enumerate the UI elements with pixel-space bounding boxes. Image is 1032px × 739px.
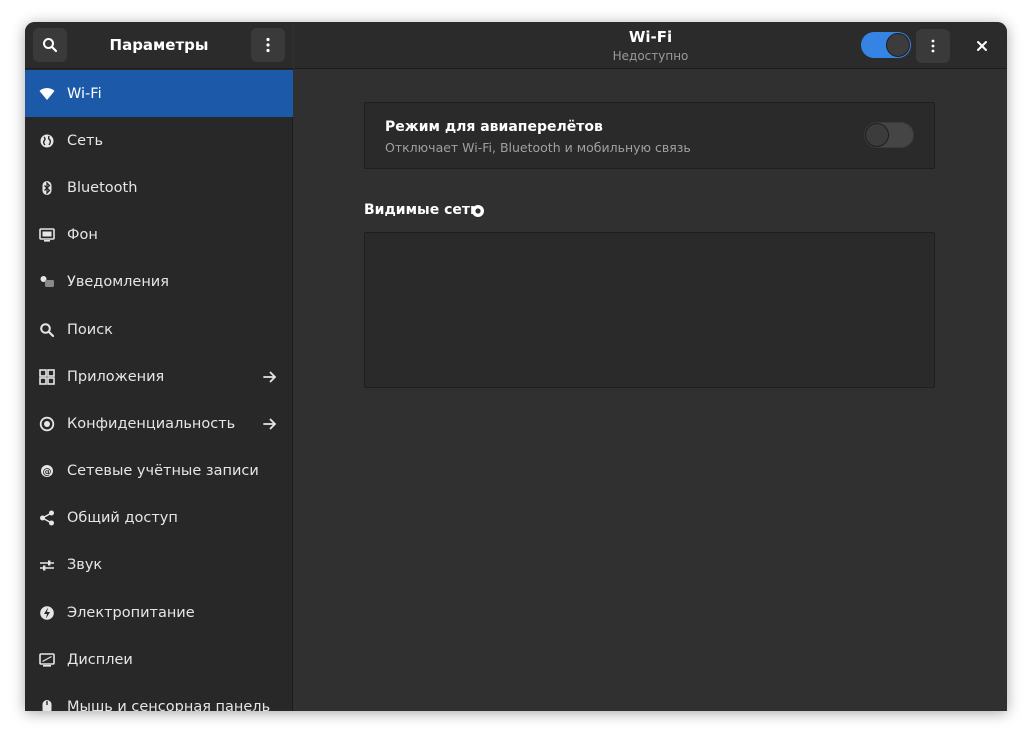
visible-networks-heading: Видимые сети [364,202,480,218]
bluetooth-icon [39,180,55,196]
privacy-icon [39,416,55,432]
sidebar-item-bluetooth[interactable]: Bluetooth [25,164,293,211]
sidebar-item-apps[interactable]: Приложения [25,353,293,400]
main-menu-button[interactable] [251,28,285,62]
sidebar-item-label: Сеть [67,132,104,149]
close-icon [977,41,987,51]
sidebar-item-label: Bluetooth [67,179,138,196]
sidebar-item-search[interactable]: Поиск [25,306,293,353]
sidebar-item-online-accounts[interactable]: @ Сетевые учётные записи [25,448,293,495]
settings-window: Параметры Wi-Fi Сеть Bluetooth Фон Уведо… [25,22,1007,711]
online-accounts-icon: @ [39,463,55,479]
content-header: Wi-Fi Недоступно [294,22,1007,69]
sidebar-item-label: Звук [67,557,103,574]
networks-list [364,232,935,388]
sidebar-item-sound[interactable]: Звук [25,542,293,589]
airplane-mode-description: Отключает Wi-Fi, Bluetooth и мобильную с… [385,140,691,155]
toggle-knob [865,123,889,147]
sidebar-item-label: Wi-Fi [67,85,102,102]
sidebar: Параметры Wi-Fi Сеть Bluetooth Фон Уведо… [25,22,293,711]
sidebar-item-label: Фон [67,227,98,244]
sidebar-item-power[interactable]: Электропитание [25,589,293,636]
mouse-icon [39,699,55,711]
sidebar-header: Параметры [25,22,293,69]
notifications-icon [39,274,55,290]
search-button[interactable] [33,28,67,62]
sidebar-item-label: Уведомления [67,274,169,291]
sharing-icon [39,510,55,526]
svg-text:@: @ [43,467,52,477]
sidebar-item-label: Дисплеи [67,651,133,668]
sidebar-title: Параметры [109,36,209,54]
sidebar-item-notifications[interactable]: Уведомления [25,259,293,306]
sidebar-item-wifi[interactable]: Wi-Fi [25,70,293,118]
sound-icon [39,557,55,573]
sidebar-item-label: Мышь и сенсорная панель [67,699,271,711]
display-icon [39,652,55,668]
arrow-right-icon [263,418,277,430]
network-globe-icon [39,133,55,149]
content-pane: Wi-Fi Недоступно Режим для авиаперелётов… [294,22,1007,711]
search-icon [43,38,58,53]
power-icon [39,605,55,621]
sidebar-item-network[interactable]: Сеть [25,117,293,164]
sidebar-item-label: Сетевые учётные записи [67,463,259,480]
sidebar-item-label: Общий доступ [67,510,178,527]
toggle-knob [886,33,910,57]
sidebar-item-label: Поиск [67,321,113,338]
sidebar-item-background[interactable]: Фон [25,212,293,259]
sidebar-item-label: Электропитание [67,604,195,621]
menu-dots-icon [266,37,270,53]
sidebar-item-label: Приложения [67,368,165,385]
airplane-mode-row: Режим для авиаперелётов Отключает Wi-Fi,… [364,102,935,169]
sidebar-list: Wi-Fi Сеть Bluetooth Фон Уведомления Пои… [25,70,293,711]
sidebar-item-mouse[interactable]: Мышь и сенсорная панель [25,683,293,711]
airplane-mode-toggle[interactable] [864,122,914,148]
close-button[interactable] [968,32,996,60]
sidebar-item-sharing[interactable]: Общий доступ [25,495,293,542]
wifi-menu-button[interactable] [916,29,950,63]
apps-grid-icon [39,368,55,385]
sidebar-item-privacy[interactable]: Конфиденциальность [25,400,293,447]
spinner-icon [472,205,484,217]
sidebar-item-displays[interactable]: Дисплеи [25,636,293,683]
airplane-mode-title: Режим для авиаперелётов [385,119,603,135]
wifi-toggle[interactable] [861,32,911,58]
menu-dots-icon [931,39,935,53]
background-icon [39,227,55,243]
wifi-icon [39,86,55,102]
search-icon [39,322,55,338]
sidebar-item-label: Конфиденциальность [67,415,236,432]
arrow-right-icon [263,371,277,383]
